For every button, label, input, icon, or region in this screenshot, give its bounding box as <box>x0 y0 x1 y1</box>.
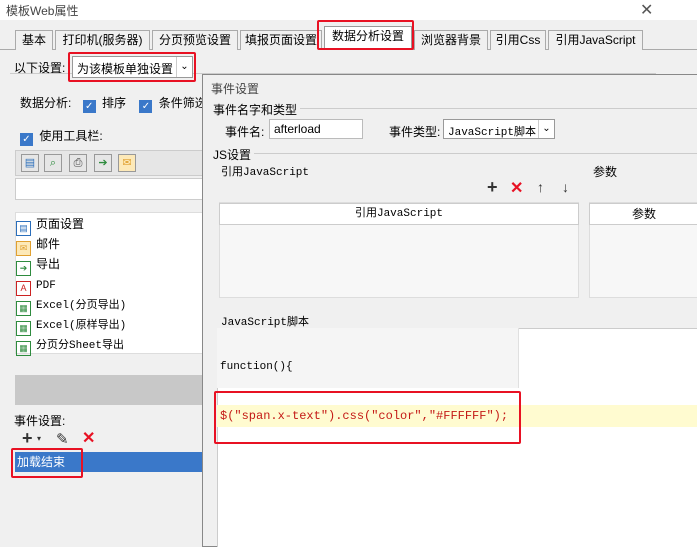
mail-icon[interactable]: ✉ <box>118 154 136 172</box>
ref-js-table-header: 引用JavaScript <box>219 203 579 225</box>
window-title: 模板Web属性 <box>6 4 79 18</box>
sort-label: 排序 <box>102 96 127 110</box>
print-icon[interactable]: ⎙ <box>69 154 87 172</box>
chevron-down-icon: ⌄ <box>176 57 192 77</box>
settings-select[interactable]: 为该模板单独设置 ⌄ <box>72 56 193 78</box>
analysis-label: 数据分析: <box>20 96 72 110</box>
tab-page-preview[interactable]: 分页预览设置 <box>152 30 238 50</box>
list-item[interactable]: ▦ Excel(原样导出) <box>16 314 126 336</box>
excel-icon: ▦ <box>16 341 31 356</box>
event-type-label: 事件类型: <box>389 125 441 139</box>
title-bar <box>0 0 697 20</box>
close-icon[interactable]: ✕ <box>640 0 653 20</box>
list-item[interactable]: ▦ 分页分Sheet导出 <box>16 334 124 356</box>
event-name-label: 事件名: <box>225 125 265 139</box>
chevron-down-icon[interactable]: ▾ <box>37 434 41 443</box>
dialog-title: 事件设置 <box>211 82 260 96</box>
toolbar-checkbox[interactable]: ✓ <box>20 133 33 146</box>
export-icon[interactable]: ➔ <box>94 154 112 172</box>
script-label: JavaScript脚本 <box>221 317 310 329</box>
preview-icon[interactable]: ⌕ <box>44 154 62 172</box>
tab-printer[interactable]: 打印机(服务器) <box>55 30 150 50</box>
name-group-label: 事件名字和类型 <box>213 101 301 118</box>
tab-ref-javascript[interactable]: 引用JavaScript <box>548 30 643 50</box>
params-table-header: 参数 <box>589 203 697 225</box>
event-settings-dialog: 事件设置 事件名字和类型 事件名: afterload 事件类型: JavaSc… <box>202 74 697 547</box>
tab-data-analysis[interactable]: 数据分析设置 <box>324 26 412 51</box>
list-item[interactable]: ✉ 邮件 <box>16 234 60 256</box>
toolbar-preview: ▤ ⌕ ⎙ ➔ ✉ <box>15 150 205 176</box>
js-group-label: JS设置 <box>213 146 255 163</box>
sort-checkbox[interactable]: ✓ <box>82 100 96 113</box>
list-item[interactable]: A PDF <box>16 274 56 296</box>
tab-browser-background[interactable]: 浏览器背景 <box>414 30 488 50</box>
arrow-down-icon[interactable]: ↓ <box>562 179 569 195</box>
list-item[interactable]: ➔ 导出 <box>16 254 60 276</box>
params-label: 参数 <box>593 165 618 179</box>
events-label: 事件设置: <box>14 414 66 428</box>
page-setup-icon[interactable]: ▤ <box>21 154 39 172</box>
event-item-afterload[interactable]: 加载结束 <box>15 452 205 472</box>
code-line-2: $("span.x-text").css("color","#FFFFFF"); <box>220 409 509 423</box>
script-editor-gutter <box>217 328 519 388</box>
toolbar-blank <box>15 178 205 200</box>
list-footer-bar <box>15 375 205 405</box>
toolbar-label: 使用工具栏: <box>39 129 103 143</box>
tab-ref-css[interactable]: 引用Css <box>490 30 546 50</box>
tab-bar: 基本 打印机(服务器) 分页预览设置 填报页面设置 数据分析设置 浏览器背景 引… <box>0 20 697 51</box>
edit-icon[interactable]: ✎ <box>56 430 69 448</box>
tab-fill-page[interactable]: 填报页面设置 <box>240 30 322 50</box>
group-divider <box>213 153 697 154</box>
delete-icon[interactable]: ✕ <box>510 178 523 198</box>
ref-js-label: 引用JavaScript <box>221 167 310 179</box>
arrow-up-icon[interactable]: ↑ <box>537 179 544 195</box>
event-type-value: JavaScript脚本 <box>448 127 537 139</box>
chevron-down-icon: ⌄ <box>538 120 554 138</box>
code-line-1: function(){ <box>220 361 293 373</box>
delete-icon[interactable]: ✕ <box>82 428 95 448</box>
add-icon[interactable]: + <box>22 428 33 449</box>
toolbar-row: ✓ 使用工具栏: <box>20 127 103 146</box>
settings-label: 以下设置: <box>14 61 66 75</box>
list-item[interactable]: ▤ 页面设置 <box>16 214 84 236</box>
settings-select-value: 为该模板单独设置 <box>77 62 174 76</box>
list-item[interactable]: ▦ Excel(分页导出) <box>16 294 126 316</box>
analysis-row: 数据分析: ✓ 排序 ✓ 条件筛选 <box>20 94 207 113</box>
filter-label: 条件筛选 <box>158 96 207 110</box>
tab-basic[interactable]: 基本 <box>15 30 53 50</box>
filter-checkbox[interactable]: ✓ <box>139 100 153 113</box>
add-icon[interactable]: + <box>487 177 498 198</box>
event-type-select[interactable]: JavaScript脚本 ⌄ <box>443 119 555 139</box>
event-name-input[interactable]: afterload <box>269 119 363 139</box>
